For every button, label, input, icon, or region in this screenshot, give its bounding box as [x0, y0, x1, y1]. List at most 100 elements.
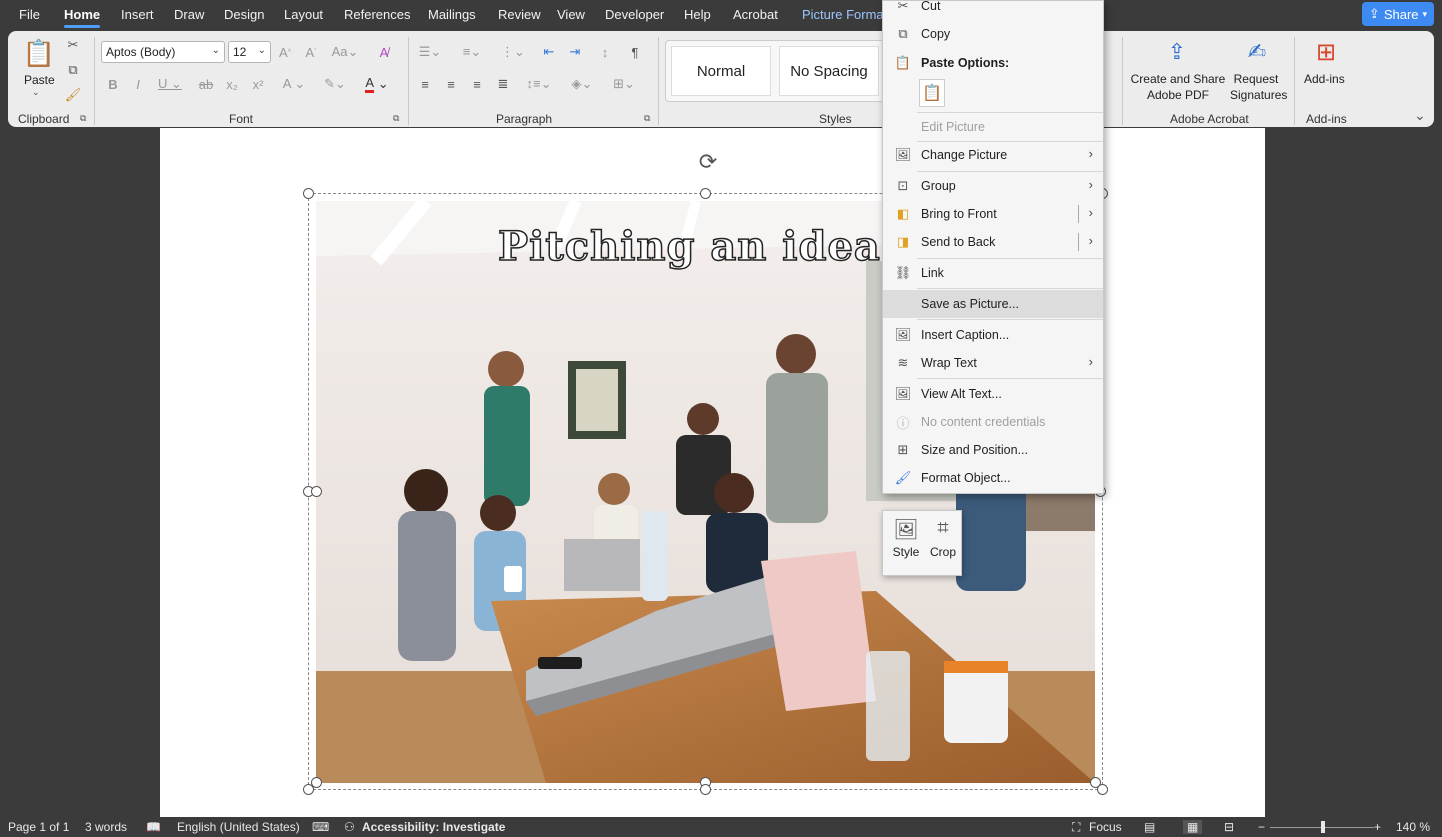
- style-no-spacing[interactable]: No Spacing: [779, 46, 879, 96]
- change-case-icon[interactable]: Aa⌄: [330, 43, 360, 61]
- zoom-out-icon[interactable]: −: [1258, 820, 1265, 834]
- menu-item-insert-caption[interactable]: 🖼 Insert Caption...: [883, 321, 1103, 349]
- dialog-launcher-icon[interactable]: ⧉: [644, 113, 650, 124]
- request-signatures-button[interactable]: Request Signatures: [1230, 71, 1287, 103]
- focus-button[interactable]: Focus: [1089, 820, 1122, 834]
- print-layout-icon[interactable]: ▦: [1183, 820, 1203, 834]
- crop-button[interactable]: ⌗ Crop: [924, 517, 962, 559]
- request-signature-icon[interactable]: ✍: [1242, 37, 1272, 67]
- text-effects-icon[interactable]: A ⌄: [280, 75, 308, 93]
- menu-item-group[interactable]: ⊡ Group ›: [883, 172, 1103, 200]
- show-formatting-icon[interactable]: ¶: [626, 43, 644, 61]
- underline-icon[interactable]: U ⌄: [155, 75, 185, 93]
- cut-icon[interactable]: ✂: [65, 37, 81, 53]
- zoom-slider-thumb[interactable]: [1321, 821, 1325, 833]
- proofing-icon[interactable]: 📖: [146, 820, 161, 834]
- add-ins-icon[interactable]: ⊞: [1311, 37, 1341, 67]
- paste-icon[interactable]: 📋: [23, 35, 55, 71]
- italic-icon[interactable]: I: [130, 75, 146, 93]
- resize-handle-top-left[interactable]: [303, 188, 314, 199]
- add-ins-button[interactable]: Add-ins: [1304, 71, 1345, 87]
- menu-item-change-picture[interactable]: 🖼 Change Picture ›: [883, 141, 1103, 169]
- justify-icon[interactable]: ≣: [494, 75, 512, 93]
- collapse-ribbon-icon[interactable]: ⌄: [1414, 107, 1426, 124]
- increase-indent-icon[interactable]: ⇥: [566, 43, 584, 61]
- line-spacing-icon[interactable]: ↕≡⌄: [524, 75, 554, 93]
- copy-icon[interactable]: ⧉: [65, 62, 81, 78]
- tab-view[interactable]: View: [557, 7, 585, 22]
- create-pdf-icon[interactable]: ⇪: [1164, 37, 1190, 67]
- tab-review[interactable]: Review: [498, 7, 541, 22]
- menu-item-format-object[interactable]: 🖌 Format Object...: [883, 464, 1103, 492]
- menu-item-link[interactable]: ⛓ Link: [883, 259, 1103, 287]
- paste-button[interactable]: Paste: [24, 72, 55, 88]
- style-normal[interactable]: Normal: [671, 46, 771, 96]
- menu-item-send-to-back[interactable]: ◨ Send to Back ›: [883, 228, 1103, 256]
- numbering-icon[interactable]: ≡⌄: [456, 43, 488, 61]
- paste-keep-formatting-icon[interactable]: 📋: [919, 79, 945, 107]
- crop-handle-left[interactable]: [311, 486, 322, 497]
- style-button[interactable]: 🖼 Style: [887, 517, 925, 559]
- resize-handle-top[interactable]: [700, 188, 711, 199]
- font-size-select[interactable]: 12 ⌄: [228, 41, 271, 63]
- menu-item-wrap-text[interactable]: ≋ Wrap Text ›: [883, 349, 1103, 377]
- tab-file[interactable]: File: [19, 7, 40, 22]
- share-button[interactable]: ⇪ Share ▾: [1362, 2, 1434, 26]
- rotate-handle-icon[interactable]: ⟳: [695, 149, 721, 175]
- word-count[interactable]: 3 words: [85, 820, 127, 834]
- tab-mailings[interactable]: Mailings: [428, 7, 476, 22]
- page-count[interactable]: Page 1 of 1: [8, 820, 69, 834]
- borders-icon[interactable]: ⊞⌄: [608, 75, 640, 93]
- read-mode-icon[interactable]: ▤: [1144, 820, 1155, 834]
- menu-item-bring-to-front[interactable]: ◧ Bring to Front ›: [883, 200, 1103, 228]
- align-left-icon[interactable]: ≡: [416, 75, 434, 93]
- strikethrough-icon[interactable]: ab: [196, 75, 216, 93]
- crop-handle-bottom-left[interactable]: [311, 777, 322, 788]
- sort-icon[interactable]: ↕: [596, 43, 614, 61]
- tab-design[interactable]: Design: [224, 7, 264, 22]
- menu-item-copy[interactable]: ⧉ Copy: [883, 20, 1103, 48]
- dialog-launcher-icon[interactable]: ⧉: [80, 113, 86, 124]
- predictions-icon[interactable]: ⌨: [312, 820, 329, 834]
- accessibility-status[interactable]: Accessibility: Investigate: [362, 820, 505, 834]
- shrink-font-icon[interactable]: Aˇ: [302, 43, 320, 61]
- language-status[interactable]: English (United States): [177, 820, 300, 834]
- tab-references[interactable]: References: [344, 7, 410, 22]
- align-right-icon[interactable]: ≡: [468, 75, 486, 93]
- align-center-icon[interactable]: ≡: [442, 75, 460, 93]
- tab-acrobat[interactable]: Acrobat: [733, 7, 778, 22]
- font-color-icon[interactable]: A ⌄: [362, 75, 392, 93]
- tab-developer[interactable]: Developer: [605, 7, 664, 22]
- tab-layout[interactable]: Layout: [284, 7, 323, 22]
- dialog-launcher-icon[interactable]: ⧉: [393, 113, 399, 124]
- zoom-in-icon[interactable]: +: [1374, 820, 1381, 834]
- superscript-icon[interactable]: x²: [250, 75, 266, 93]
- multilevel-list-icon[interactable]: ⋮⌄: [498, 43, 528, 61]
- subscript-icon[interactable]: x₂: [224, 75, 240, 93]
- web-layout-icon[interactable]: ⊟: [1224, 820, 1234, 834]
- highlight-icon[interactable]: ✎⌄: [320, 75, 350, 93]
- tab-picture-format[interactable]: Picture Forma: [802, 7, 884, 22]
- shading-icon[interactable]: ◈⌄: [566, 75, 598, 93]
- wrap-text-icon: ≋: [897, 355, 909, 370]
- tab-insert[interactable]: Insert: [121, 7, 154, 22]
- resize-handle-bottom-right[interactable]: [1097, 784, 1108, 795]
- bold-icon[interactable]: B: [105, 75, 121, 93]
- clear-formatting-icon[interactable]: A̸: [374, 43, 394, 61]
- tab-home[interactable]: Home: [64, 7, 101, 28]
- menu-item-view-alt-text[interactable]: 🖼 View Alt Text...: [883, 380, 1103, 408]
- font-family-select[interactable]: Aptos (Body) ⌄: [101, 41, 225, 63]
- bullets-icon[interactable]: ☰⌄: [416, 43, 444, 61]
- tab-help[interactable]: Help: [684, 7, 711, 22]
- menu-item-save-as-picture[interactable]: Save as Picture...: [883, 290, 1103, 318]
- menu-item-cut[interactable]: ✂ Cut: [883, 0, 1103, 20]
- create-share-pdf-button[interactable]: Create and Share Adobe PDF: [1130, 71, 1226, 103]
- tab-draw[interactable]: Draw: [174, 7, 204, 22]
- resize-handle-bottom[interactable]: [700, 784, 711, 795]
- format-painter-icon[interactable]: 🖌: [65, 87, 82, 103]
- zoom-level[interactable]: 140 %: [1396, 820, 1430, 834]
- chevron-down-icon[interactable]: ⌄: [32, 87, 40, 98]
- decrease-indent-icon[interactable]: ⇤: [540, 43, 558, 61]
- menu-item-size-and-position[interactable]: ⊞ Size and Position...: [883, 436, 1103, 464]
- grow-font-icon[interactable]: A ^: [276, 43, 294, 61]
